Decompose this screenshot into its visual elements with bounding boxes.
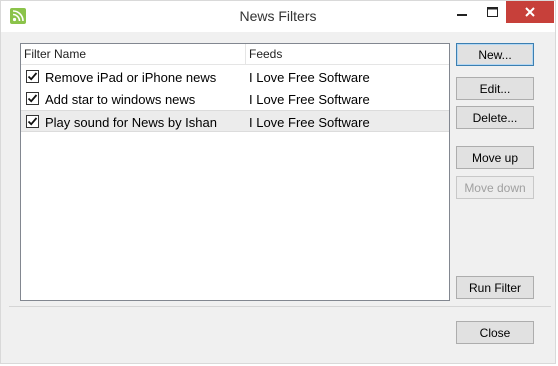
column-header-feeds[interactable]: Feeds — [249, 47, 282, 61]
filter-enabled-checkbox[interactable] — [26, 115, 39, 128]
close-button[interactable]: Close — [456, 321, 534, 344]
minimize-icon — [457, 14, 467, 16]
column-divider[interactable] — [245, 44, 246, 64]
filter-name: Remove iPad or iPhone news — [45, 70, 217, 85]
list-header: Filter Name Feeds — [21, 44, 449, 65]
checkmark-icon — [27, 94, 38, 103]
filter-enabled-checkbox[interactable] — [26, 92, 39, 105]
delete-filter-button[interactable]: Delete... — [456, 106, 534, 129]
filter-feed: I Love Free Software — [249, 70, 370, 85]
minimize-button[interactable] — [447, 1, 477, 23]
filter-enabled-checkbox[interactable] — [26, 70, 39, 83]
news-filters-dialog: News Filters Filter Name Feeds Remove iP… — [0, 0, 556, 364]
checkmark-icon — [27, 72, 38, 81]
move-up-button[interactable]: Move up — [456, 146, 534, 169]
dialog-footer: Close — [9, 306, 551, 356]
new-filter-button[interactable]: New... — [456, 43, 534, 66]
checkmark-icon — [27, 117, 38, 126]
close-window-button[interactable] — [506, 1, 554, 23]
edit-filter-button[interactable]: Edit... — [456, 77, 534, 100]
dialog-content: Filter Name Feeds Remove iPad or iPhone … — [9, 32, 551, 302]
filters-list[interactable]: Filter Name Feeds Remove iPad or iPhone … — [20, 43, 450, 301]
filter-feed: I Love Free Software — [249, 92, 370, 107]
filter-name: Play sound for News by Ishan — [45, 115, 217, 130]
list-item[interactable]: Remove iPad or iPhone news I Love Free S… — [21, 66, 449, 88]
run-filter-button[interactable]: Run Filter — [456, 276, 534, 299]
list-item-selected[interactable]: Play sound for News by Ishan I Love Free… — [21, 110, 449, 132]
filter-name: Add star to windows news — [45, 92, 196, 107]
list-item[interactable]: Add star to windows news I Love Free Sof… — [21, 88, 449, 110]
column-header-filter-name[interactable]: Filter Name — [24, 47, 86, 61]
maximize-button[interactable] — [477, 1, 507, 23]
maximize-icon — [486, 7, 498, 17]
title-bar: News Filters — [1, 1, 555, 32]
move-down-button[interactable]: Move down — [456, 176, 534, 199]
close-icon — [525, 7, 535, 17]
filter-feed: I Love Free Software — [249, 115, 370, 130]
